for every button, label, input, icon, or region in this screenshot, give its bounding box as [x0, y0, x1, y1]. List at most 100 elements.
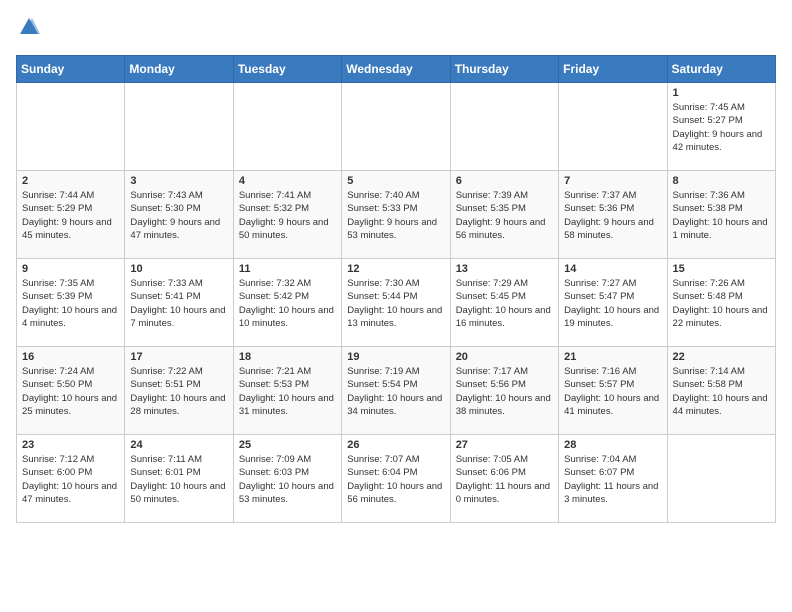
calendar-week-row: 2 Sunrise: 7:44 AM Sunset: 5:29 PM Daylig… [17, 171, 776, 259]
day-info: Sunrise: 7:37 AM Sunset: 5:36 PM Dayligh… [564, 189, 661, 242]
calendar-cell: 18 Sunrise: 7:21 AM Sunset: 5:53 PM Dayli… [233, 347, 341, 435]
day-number: 27 [456, 439, 553, 451]
calendar-cell: 23 Sunrise: 7:12 AM Sunset: 6:00 PM Dayli… [17, 435, 125, 523]
logo [16, 16, 40, 43]
day-number: 10 [130, 263, 227, 275]
day-info: Sunrise: 7:04 AM Sunset: 6:07 PM Dayligh… [564, 453, 661, 506]
day-info: Sunrise: 7:19 AM Sunset: 5:54 PM Dayligh… [347, 365, 444, 418]
day-info: Sunrise: 7:09 AM Sunset: 6:03 PM Dayligh… [239, 453, 336, 506]
day-info: Sunrise: 7:27 AM Sunset: 5:47 PM Dayligh… [564, 277, 661, 330]
day-info: Sunrise: 7:21 AM Sunset: 5:53 PM Dayligh… [239, 365, 336, 418]
calendar-header-row: SundayMondayTuesdayWednesdayThursdayFrid… [17, 56, 776, 83]
day-number: 1 [673, 87, 770, 99]
day-info: Sunrise: 7:29 AM Sunset: 5:45 PM Dayligh… [456, 277, 553, 330]
calendar-cell: 27 Sunrise: 7:05 AM Sunset: 6:06 PM Dayli… [450, 435, 558, 523]
calendar-cell [342, 83, 450, 171]
calendar-week-row: 9 Sunrise: 7:35 AM Sunset: 5:39 PM Daylig… [17, 259, 776, 347]
calendar-cell: 8 Sunrise: 7:36 AM Sunset: 5:38 PM Daylig… [667, 171, 775, 259]
day-number: 20 [456, 351, 553, 363]
logo-icon [18, 16, 40, 38]
calendar-cell: 17 Sunrise: 7:22 AM Sunset: 5:51 PM Dayli… [125, 347, 233, 435]
calendar-week-row: 1 Sunrise: 7:45 AM Sunset: 5:27 PM Daylig… [17, 83, 776, 171]
calendar-cell: 24Sunrise: 7:11 AM Sunset: 6:01 PM Dayli… [125, 435, 233, 523]
weekday-header: Sunday [17, 56, 125, 83]
calendar-cell: 2 Sunrise: 7:44 AM Sunset: 5:29 PM Daylig… [17, 171, 125, 259]
day-info: Sunrise: 7:45 AM Sunset: 5:27 PM Dayligh… [673, 101, 770, 154]
calendar-cell: 9 Sunrise: 7:35 AM Sunset: 5:39 PM Daylig… [17, 259, 125, 347]
weekday-header: Wednesday [342, 56, 450, 83]
weekday-header: Tuesday [233, 56, 341, 83]
day-number: 18 [239, 351, 336, 363]
day-info: Sunrise: 7:33 AM Sunset: 5:41 PM Dayligh… [130, 277, 227, 330]
calendar-cell: 22 Sunrise: 7:14 AM Sunset: 5:58 PM Dayli… [667, 347, 775, 435]
calendar-cell: 12 Sunrise: 7:30 AM Sunset: 5:44 PM Dayli… [342, 259, 450, 347]
day-number: 6 [456, 175, 553, 187]
day-number: 23 [22, 439, 119, 451]
day-info: Sunrise: 7:30 AM Sunset: 5:44 PM Dayligh… [347, 277, 444, 330]
calendar-cell [450, 83, 558, 171]
day-info: Sunrise: 7:14 AM Sunset: 5:58 PM Dayligh… [673, 365, 770, 418]
day-info: Sunrise: 7:40 AM Sunset: 5:33 PM Dayligh… [347, 189, 444, 242]
day-info: Sunrise: 7:16 AM Sunset: 5:57 PM Dayligh… [564, 365, 661, 418]
day-number: 12 [347, 263, 444, 275]
calendar-body: 1 Sunrise: 7:45 AM Sunset: 5:27 PM Daylig… [17, 83, 776, 523]
day-info: Sunrise: 7:35 AM Sunset: 5:39 PM Dayligh… [22, 277, 119, 330]
day-info: Sunrise: 7:26 AM Sunset: 5:48 PM Dayligh… [673, 277, 770, 330]
calendar-cell: 6 Sunrise: 7:39 AM Sunset: 5:35 PM Daylig… [450, 171, 558, 259]
calendar-cell [667, 435, 775, 523]
day-number: 3 [130, 175, 227, 187]
day-number: 4 [239, 175, 336, 187]
calendar-week-row: 16Sunrise: 7:24 AM Sunset: 5:50 PM Dayli… [17, 347, 776, 435]
calendar-cell: 7Sunrise: 7:37 AM Sunset: 5:36 PM Daylig… [559, 171, 667, 259]
weekday-header: Saturday [667, 56, 775, 83]
day-number: 8 [673, 175, 770, 187]
day-number: 17 [130, 351, 227, 363]
calendar-cell: 20Sunrise: 7:17 AM Sunset: 5:56 PM Dayli… [450, 347, 558, 435]
calendar-cell: 10 Sunrise: 7:33 AM Sunset: 5:41 PM Dayli… [125, 259, 233, 347]
day-number: 14 [564, 263, 661, 275]
day-number: 21 [564, 351, 661, 363]
calendar-cell: 1 Sunrise: 7:45 AM Sunset: 5:27 PM Daylig… [667, 83, 775, 171]
calendar-cell: 4 Sunrise: 7:41 AM Sunset: 5:32 PM Daylig… [233, 171, 341, 259]
day-number: 2 [22, 175, 119, 187]
day-info: Sunrise: 7:32 AM Sunset: 5:42 PM Dayligh… [239, 277, 336, 330]
day-number: 19 [347, 351, 444, 363]
calendar-cell: 19 Sunrise: 7:19 AM Sunset: 5:54 PM Dayli… [342, 347, 450, 435]
calendar-cell: 21 Sunrise: 7:16 AM Sunset: 5:57 PM Dayli… [559, 347, 667, 435]
day-info: Sunrise: 7:44 AM Sunset: 5:29 PM Dayligh… [22, 189, 119, 242]
day-info: Sunrise: 7:43 AM Sunset: 5:30 PM Dayligh… [130, 189, 227, 242]
calendar-cell: 26 Sunrise: 7:07 AM Sunset: 6:04 PM Dayli… [342, 435, 450, 523]
day-number: 25 [239, 439, 336, 451]
day-number: 11 [239, 263, 336, 275]
day-number: 13 [456, 263, 553, 275]
day-info: Sunrise: 7:24 AM Sunset: 5:50 PM Dayligh… [22, 365, 119, 418]
day-number: 26 [347, 439, 444, 451]
day-number: 28 [564, 439, 661, 451]
calendar-cell: 28 Sunrise: 7:04 AM Sunset: 6:07 PM Dayli… [559, 435, 667, 523]
calendar-cell [559, 83, 667, 171]
calendar-cell: 13 Sunrise: 7:29 AM Sunset: 5:45 PM Dayli… [450, 259, 558, 347]
calendar-cell: 11 Sunrise: 7:32 AM Sunset: 5:42 PM Dayli… [233, 259, 341, 347]
day-number: 9 [22, 263, 119, 275]
day-number: 5 [347, 175, 444, 187]
calendar-cell [17, 83, 125, 171]
calendar-cell: 15Sunrise: 7:26 AM Sunset: 5:48 PM Dayli… [667, 259, 775, 347]
calendar-cell: 5 Sunrise: 7:40 AM Sunset: 5:33 PM Daylig… [342, 171, 450, 259]
day-info: Sunrise: 7:41 AM Sunset: 5:32 PM Dayligh… [239, 189, 336, 242]
calendar-cell: 14 Sunrise: 7:27 AM Sunset: 5:47 PM Dayli… [559, 259, 667, 347]
day-info: Sunrise: 7:36 AM Sunset: 5:38 PM Dayligh… [673, 189, 770, 242]
calendar-week-row: 23 Sunrise: 7:12 AM Sunset: 6:00 PM Dayli… [17, 435, 776, 523]
day-info: Sunrise: 7:12 AM Sunset: 6:00 PM Dayligh… [22, 453, 119, 506]
calendar-cell [233, 83, 341, 171]
day-number: 22 [673, 351, 770, 363]
day-info: Sunrise: 7:39 AM Sunset: 5:35 PM Dayligh… [456, 189, 553, 242]
page-header [16, 16, 776, 43]
calendar-cell: 3 Sunrise: 7:43 AM Sunset: 5:30 PM Daylig… [125, 171, 233, 259]
day-info: Sunrise: 7:22 AM Sunset: 5:51 PM Dayligh… [130, 365, 227, 418]
day-info: Sunrise: 7:07 AM Sunset: 6:04 PM Dayligh… [347, 453, 444, 506]
calendar-cell: 16Sunrise: 7:24 AM Sunset: 5:50 PM Dayli… [17, 347, 125, 435]
calendar-cell: 25 Sunrise: 7:09 AM Sunset: 6:03 PM Dayli… [233, 435, 341, 523]
weekday-header: Monday [125, 56, 233, 83]
calendar-cell [125, 83, 233, 171]
day-info: Sunrise: 7:05 AM Sunset: 6:06 PM Dayligh… [456, 453, 553, 506]
